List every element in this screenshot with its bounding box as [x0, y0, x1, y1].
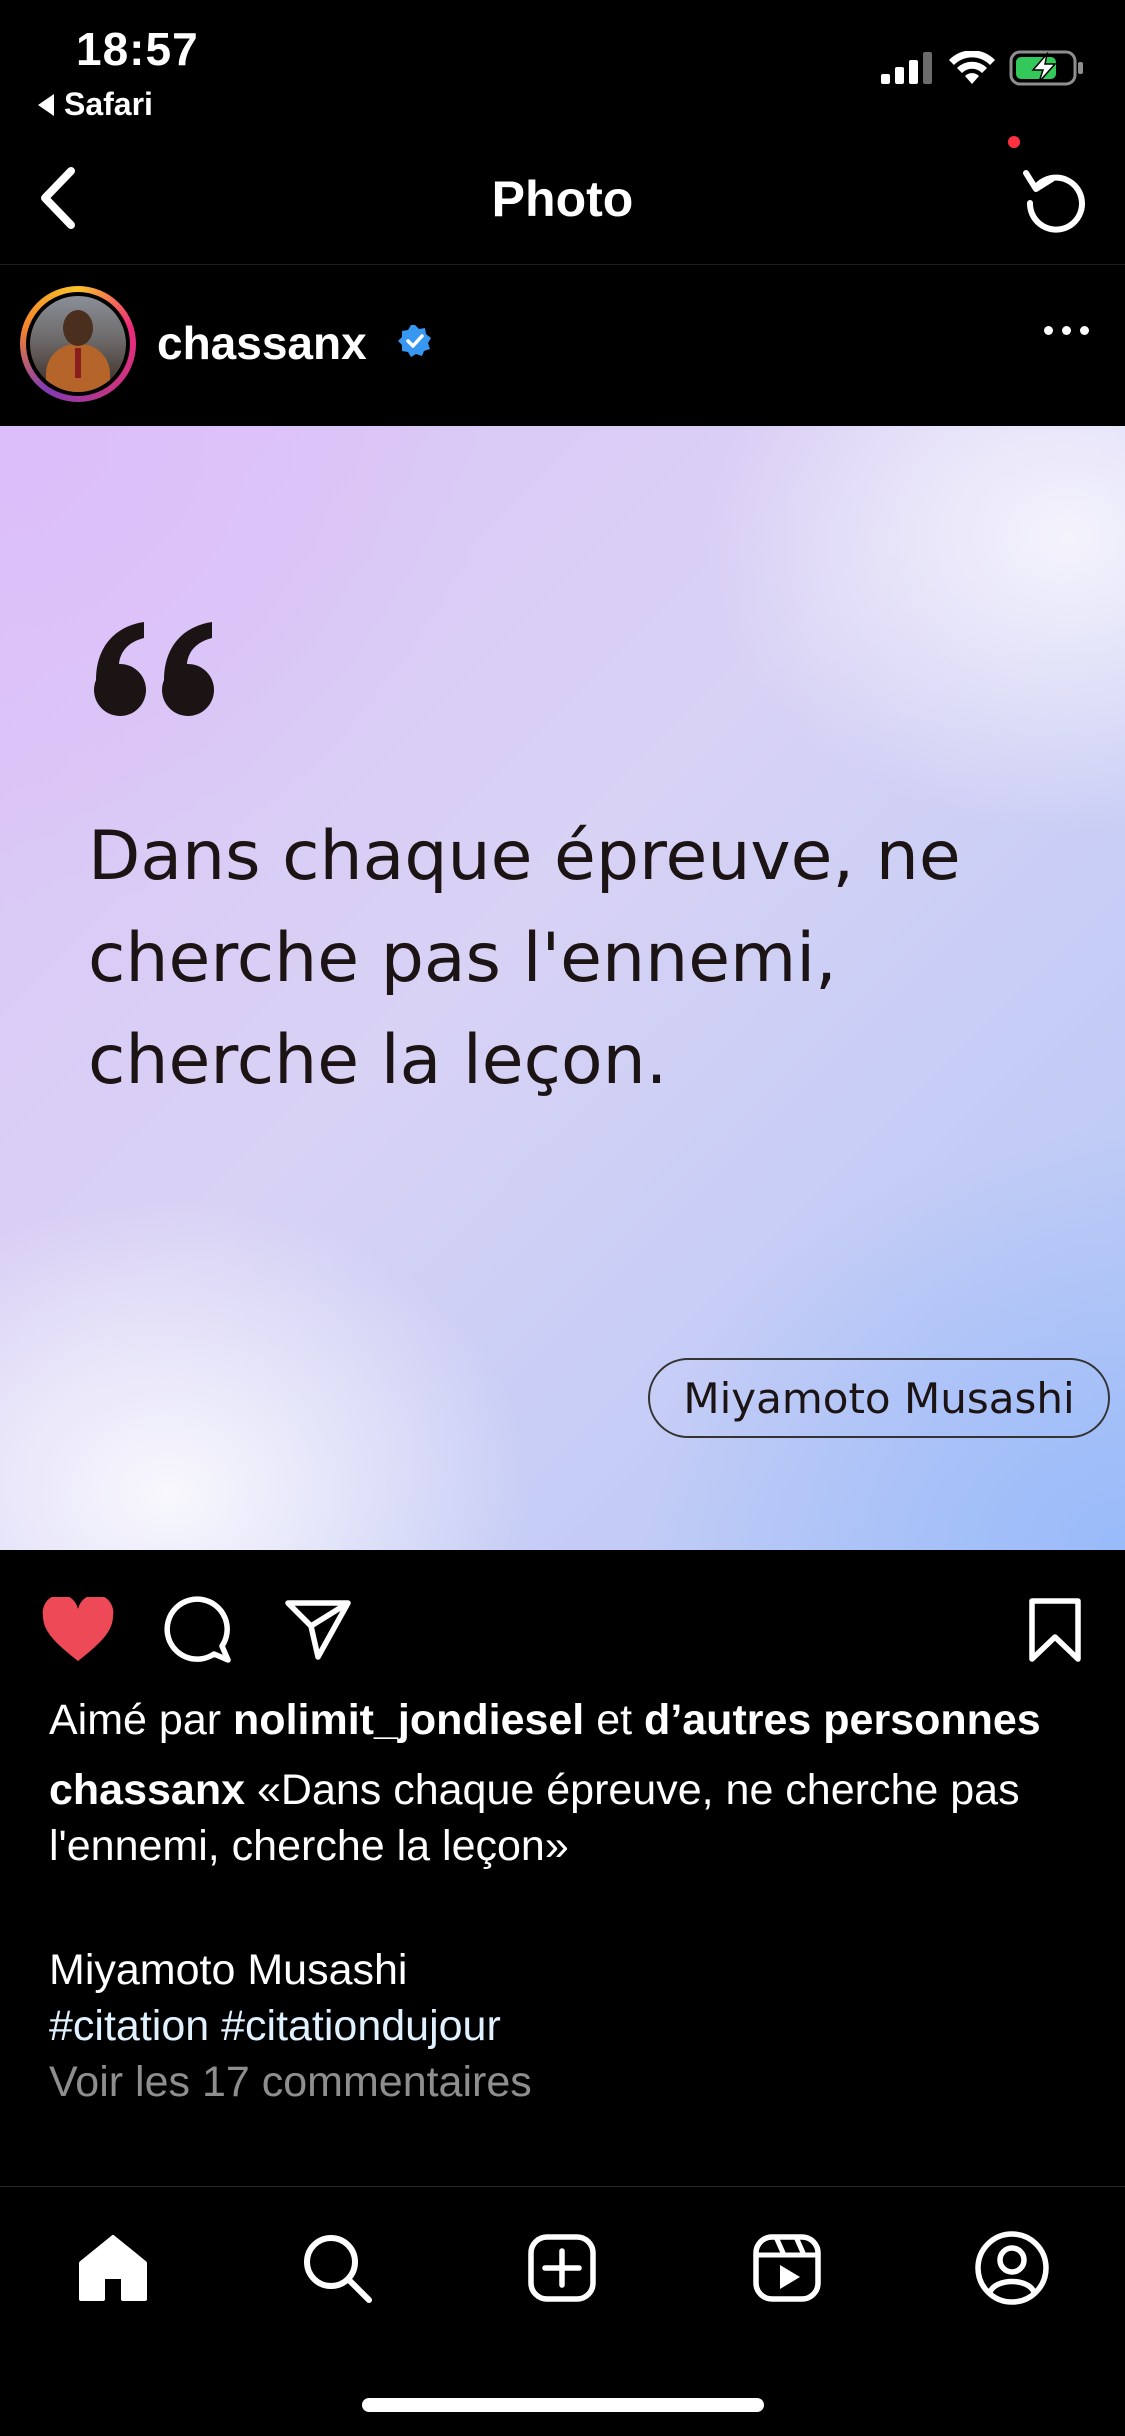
refresh-button[interactable] — [1015, 160, 1095, 240]
instagram-photo-screen: 18:57 Safari Photo chassanx Dans chaque … — [0, 0, 1125, 2436]
search-icon — [304, 2235, 372, 2303]
story-ring[interactable] — [20, 286, 136, 402]
post-image[interactable]: Dans chaque épreuve, ne cherche pas l'en… — [0, 426, 1125, 1550]
bookmark-icon — [1029, 1598, 1081, 1662]
share-button[interactable] — [278, 1590, 358, 1670]
caption-hashtags[interactable]: #citation #citationdujour — [49, 1998, 1089, 2054]
refresh-icon — [1023, 170, 1085, 233]
like-button[interactable] — [38, 1590, 118, 1670]
post-caption: chassanx «Dans chaque épreuve, ne cherch… — [49, 1762, 1089, 1874]
likes-summary[interactable]: Aimé par nolimit_jondiesel et d’autres p… — [49, 1692, 1089, 1748]
caption-username[interactable]: chassanx — [49, 1766, 245, 1814]
others-link[interactable]: d’autres personnes — [644, 1696, 1041, 1744]
save-button[interactable] — [1015, 1590, 1095, 1670]
battery-charging-icon — [1009, 50, 1083, 86]
notification-dot — [1008, 136, 1020, 148]
cellular-signal-icon — [881, 52, 932, 84]
tab-reels[interactable] — [742, 2223, 832, 2313]
status-time: 18:57 — [76, 23, 199, 75]
back-app-label: Safari — [64, 86, 153, 122]
paper-plane-icon — [285, 1600, 351, 1660]
status-bar: 18:57 Safari — [0, 0, 1125, 130]
caption-author: Miyamoto Musashi — [49, 1946, 408, 1994]
quote-text: Dans chaque épreuve, ne cherche pas l'en… — [88, 817, 961, 1100]
home-indicator[interactable] — [362, 2398, 764, 2412]
heart-icon — [42, 1597, 114, 1661]
post-actions — [0, 1550, 1125, 1700]
navigation-bar: Photo — [0, 130, 1125, 265]
page-title: Photo — [491, 171, 634, 227]
caption-area: Aimé par nolimit_jondiesel et d’autres p… — [0, 1692, 1125, 2186]
create-post-icon — [528, 2234, 596, 2302]
tab-profile[interactable] — [967, 2223, 1057, 2313]
back-to-safari[interactable]: Safari — [38, 86, 153, 123]
view-comments-link[interactable]: Voir les 17 commentaires — [49, 2054, 1089, 2110]
post-username[interactable]: chassanx — [157, 316, 367, 370]
comment-button[interactable] — [158, 1590, 238, 1670]
status-icons — [881, 50, 1085, 86]
more-options-button[interactable] — [1044, 326, 1089, 335]
more-horizontal-icon — [1044, 326, 1053, 335]
verified-badge-icon — [398, 325, 431, 357]
tab-home[interactable] — [68, 2223, 158, 2313]
tab-search[interactable] — [292, 2223, 382, 2313]
avatar — [30, 296, 126, 392]
liker-username[interactable]: nolimit_jondiesel — [233, 1696, 584, 1744]
back-triangle-icon — [38, 93, 54, 116]
tab-create[interactable] — [517, 2223, 607, 2313]
comment-icon — [164, 1596, 231, 1663]
quote-author-pill: Miyamoto Musashi — [648, 1358, 1110, 1438]
profile-icon — [975, 2231, 1049, 2305]
post-header: chassanx — [0, 266, 1125, 426]
home-icon — [79, 2235, 147, 2301]
reels-icon — [753, 2234, 821, 2302]
wifi-icon — [949, 51, 995, 84]
quotation-mark-icon — [94, 622, 215, 716]
